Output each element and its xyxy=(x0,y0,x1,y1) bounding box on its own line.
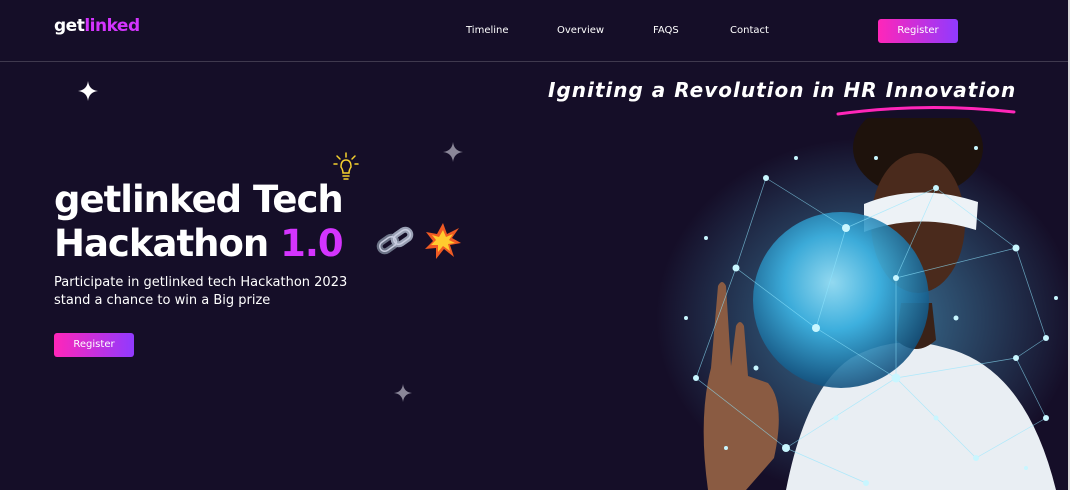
hero-title: getlinked Tech Hackathon 1.0 xyxy=(54,178,344,266)
nav-register-button[interactable]: Register xyxy=(878,19,958,43)
nav-link-faqs[interactable]: FAQS xyxy=(653,25,679,36)
nav-link-timeline[interactable]: Timeline xyxy=(466,25,509,36)
nav-link-contact[interactable]: Contact xyxy=(730,25,769,36)
hero-title-hackathon: Hackathon xyxy=(54,222,269,265)
hero-tagline: Igniting a Revolution in HR Innovation xyxy=(548,78,1017,102)
star-icon xyxy=(394,384,412,402)
star-icon xyxy=(443,142,463,162)
chain-icon xyxy=(376,226,414,255)
star-icon xyxy=(78,81,98,101)
logo-linked: linked xyxy=(84,16,140,36)
hero-person-image xyxy=(656,118,1068,490)
hero-title-version: 1.0 xyxy=(280,222,344,265)
nav-link-overview[interactable]: Overview xyxy=(557,25,604,36)
navbar: getlinked Timeline Overview FAQS Contact… xyxy=(0,0,1068,62)
hero-title-line2: Hackathon 1.0 xyxy=(54,222,344,266)
logo[interactable]: getlinked xyxy=(54,16,140,36)
collision-icon xyxy=(425,223,461,259)
hero-title-line1: getlinked Tech xyxy=(54,178,344,221)
logo-get: get xyxy=(54,16,85,36)
tagline-underline xyxy=(836,105,1016,116)
hero-description: Participate in getlinked tech Hackathon … xyxy=(54,275,348,308)
hero-register-button[interactable]: Register xyxy=(54,333,134,357)
